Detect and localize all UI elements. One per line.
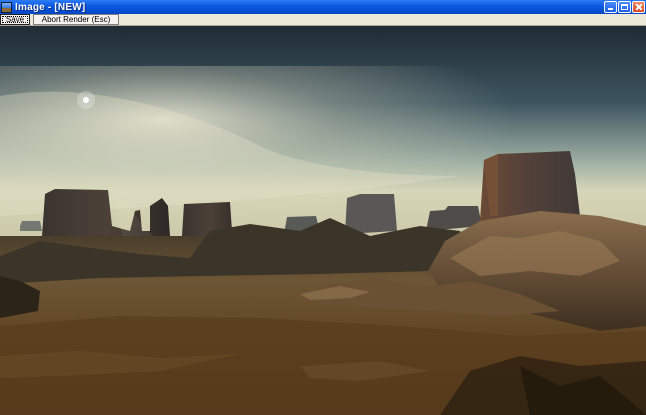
- minimize-icon[interactable]: [604, 1, 617, 13]
- maximize-icon[interactable]: [618, 1, 631, 13]
- abort-render-button[interactable]: Abort Render (Esc): [33, 14, 119, 25]
- close-icon[interactable]: [632, 1, 645, 13]
- rendered-landscape-image: [0, 26, 646, 415]
- image-window: Image - [NEW] Save Abort Render (Esc): [0, 0, 646, 415]
- save-button[interactable]: Save: [0, 14, 30, 25]
- render-viewport: [0, 26, 646, 415]
- window-controls: [604, 1, 645, 13]
- toolbar: Save Abort Render (Esc): [0, 14, 646, 26]
- render-image-icon: [1, 1, 12, 13]
- window-title: Image - [NEW]: [15, 1, 86, 13]
- title-bar[interactable]: Image - [NEW]: [0, 0, 646, 14]
